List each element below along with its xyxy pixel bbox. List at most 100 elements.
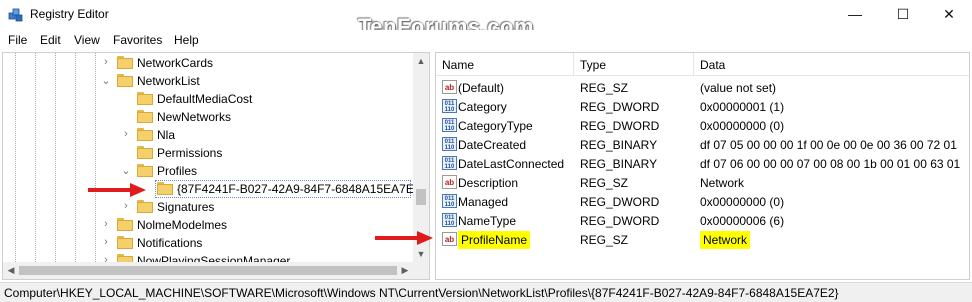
- folder-icon: [117, 56, 133, 69]
- value-data: Network: [700, 176, 745, 190]
- value-type: REG_BINARY: [580, 157, 658, 171]
- tree-item[interactable]: › Signatures: [3, 198, 413, 216]
- value-data: 0x00000001 (1): [700, 100, 785, 114]
- column-header-type[interactable]: Type: [574, 53, 694, 75]
- close-button[interactable]: ✕: [926, 0, 972, 28]
- value-type: REG_SZ: [580, 81, 629, 95]
- folder-icon: [117, 218, 133, 231]
- value-type: REG_BINARY: [580, 138, 658, 152]
- menu-file[interactable]: File: [8, 33, 27, 47]
- tree-item[interactable]: › Notifications: [3, 234, 413, 252]
- folder-icon: [137, 164, 153, 177]
- maximize-button[interactable]: ☐: [880, 0, 926, 28]
- column-header-name[interactable]: Name: [436, 53, 574, 75]
- key-tree-pane[interactable]: › NetworkCards ⌄ NetworkList DefaultMediaCos…: [2, 52, 430, 280]
- binary-value-icon: 011 110: [442, 156, 457, 170]
- folder-icon: [137, 128, 153, 141]
- tree-item-label: Permissions: [157, 146, 223, 160]
- value-row[interactable]: 011 110 CategoryType REG_DWORD 0x00000000 (…: [436, 116, 969, 135]
- binary-value-icon: 011 110: [442, 137, 457, 151]
- value-type: REG_DWORD: [580, 100, 660, 114]
- current-key-path: Computer\HKEY_LOCAL_MACHINE\SOFTWARE\Mic…: [4, 286, 839, 300]
- value-row[interactable]: 011 110 DateCreated REG_BINARY df 07 05 00 …: [436, 135, 969, 154]
- title-bar: Registry Editor TenForums.com — ☐ ✕: [0, 0, 972, 39]
- value-name: (Default): [458, 81, 505, 95]
- tree-item[interactable]: ⌄ Profiles: [3, 162, 413, 180]
- string-value-icon: ab: [442, 232, 457, 246]
- value-data: 0x00000000 (0): [700, 119, 785, 133]
- values-pane[interactable]: Name Type Data ab (Default) REG_SZ (value n…: [435, 52, 970, 280]
- value-data: (value not set): [700, 81, 777, 95]
- window-title: Registry Editor: [30, 7, 109, 21]
- value-row[interactable]: 011 110 NameType REG_DWORD 0x00000006 (6): [436, 211, 969, 230]
- value-row[interactable]: ab Description REG_SZ Network: [436, 173, 969, 192]
- folder-icon: [137, 146, 153, 159]
- tree-item[interactable]: › NolmeModelmes: [3, 216, 413, 234]
- tree-item-label: DefaultMediaCost: [157, 92, 253, 106]
- value-data: 0x00000000 (0): [700, 195, 785, 209]
- header-divider: [436, 75, 969, 76]
- tree-item[interactable]: DefaultMediaCost: [3, 90, 413, 108]
- folder-icon: [117, 74, 133, 87]
- tree-item[interactable]: ⌄ NetworkList: [3, 72, 413, 90]
- binary-value-icon: 011 110: [442, 118, 457, 132]
- value-type: REG_SZ: [580, 233, 629, 247]
- value-name: Description: [458, 176, 519, 190]
- binary-value-icon: 011 110: [442, 194, 457, 208]
- column-header-data[interactable]: Data: [694, 53, 969, 75]
- folder-icon: [157, 182, 173, 195]
- value-type: REG_DWORD: [580, 214, 660, 228]
- scroll-thumb[interactable]: [19, 266, 397, 275]
- scroll-down-icon[interactable]: ▼: [413, 246, 429, 262]
- chevron-down-icon[interactable]: ⌄: [101, 74, 111, 87]
- value-type: REG_SZ: [580, 176, 629, 190]
- menu-edit[interactable]: Edit: [40, 33, 61, 47]
- chevron-right-icon[interactable]: ›: [121, 128, 131, 140]
- registry-editor-icon: [8, 8, 23, 22]
- value-name: Category: [458, 100, 507, 114]
- tree-item[interactable]: {87F4241F-B027-42A9-84F7-6848A15EA7E2}: [3, 180, 425, 198]
- menu-help[interactable]: Help: [174, 33, 199, 47]
- tree-item-label: NetworkCards: [137, 56, 214, 70]
- red-arrow-icon: [375, 231, 433, 245]
- tree-horizontal-scrollbar[interactable]: ◀ ▶: [3, 262, 413, 279]
- red-arrow-icon: [88, 183, 146, 197]
- chevron-down-icon[interactable]: ⌄: [121, 164, 131, 177]
- value-data: 0x00000006 (6): [700, 214, 785, 228]
- tree-item[interactable]: NewNetworks: [3, 108, 413, 126]
- folder-icon: [117, 236, 133, 249]
- string-value-icon: ab: [442, 175, 457, 189]
- minimize-button[interactable]: —: [832, 0, 878, 28]
- chevron-right-icon[interactable]: ›: [101, 56, 111, 68]
- scroll-up-icon[interactable]: ▲: [413, 53, 429, 69]
- chevron-right-icon[interactable]: ›: [121, 200, 131, 212]
- tree-item-label: NetworkList: [137, 74, 200, 88]
- value-row[interactable]: 011 110 Managed REG_DWORD 0x00000000 (0): [436, 192, 969, 211]
- tree-item-label: NewNetworks: [157, 110, 232, 124]
- value-name: DateLastConnected: [458, 157, 565, 171]
- value-row[interactable]: 011 110 DateLastConnected REG_BINARY df 07 …: [436, 154, 969, 173]
- value-name: Managed: [458, 195, 509, 209]
- value-name: DateCreated: [458, 138, 527, 152]
- tree-item[interactable]: › Nla: [3, 126, 413, 144]
- tree-item[interactable]: › NetworkCards: [3, 54, 413, 72]
- value-row[interactable]: ab (Default) REG_SZ (value not set): [436, 78, 969, 97]
- tree-item-label: Profiles: [157, 164, 198, 178]
- menu-view[interactable]: View: [74, 33, 100, 47]
- value-row[interactable]: 011 110 Category REG_DWORD 0x00000001 (1): [436, 97, 969, 116]
- tree-item[interactable]: Permissions: [3, 144, 413, 162]
- value-row[interactable]: ab ProfileName REG_SZ Network: [436, 230, 969, 249]
- menu-bar: File Edit View Favorites Help: [0, 30, 972, 51]
- value-name: NameType: [458, 214, 517, 228]
- chevron-right-icon[interactable]: ›: [101, 236, 111, 248]
- scroll-right-icon[interactable]: ▶: [397, 262, 413, 279]
- chevron-right-icon[interactable]: ›: [101, 218, 111, 230]
- tree-item-label: Notifications: [137, 236, 203, 250]
- folder-icon: [137, 92, 153, 105]
- menu-favorites[interactable]: Favorites: [113, 33, 162, 47]
- scroll-thumb[interactable]: [416, 189, 426, 205]
- binary-value-icon: 011 110: [442, 213, 457, 227]
- value-type: REG_DWORD: [580, 195, 660, 209]
- value-data: df 07 05 00 00 00 1f 00 0e 00 0e 00 36 0…: [700, 138, 957, 152]
- scroll-left-icon[interactable]: ◀: [3, 262, 19, 279]
